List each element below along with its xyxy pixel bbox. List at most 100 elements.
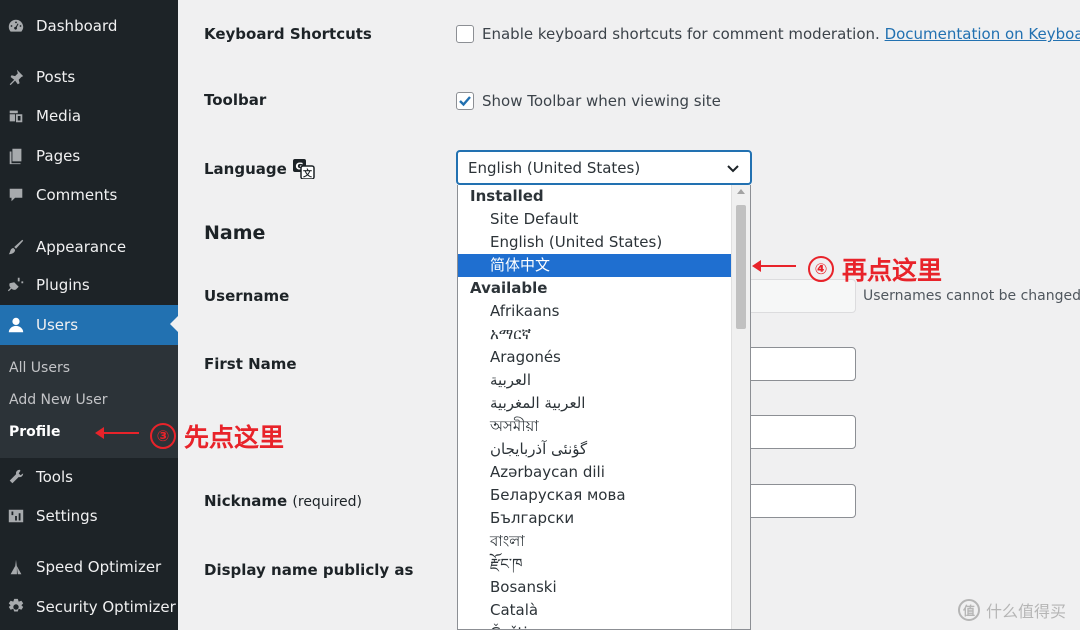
language-option[interactable]: རྫོང་ཁ bbox=[458, 553, 732, 576]
language-option[interactable]: Aragonés bbox=[458, 346, 732, 369]
user-icon bbox=[6, 315, 26, 335]
language-option[interactable]: Site Default bbox=[458, 208, 732, 231]
submenu-profile[interactable]: Profile bbox=[9, 424, 60, 440]
menu-label: Posts bbox=[36, 68, 76, 86]
media-icon bbox=[6, 106, 26, 126]
comment-icon bbox=[6, 185, 26, 205]
username-label: Username bbox=[204, 287, 290, 305]
name-section-title: Name bbox=[204, 222, 266, 244]
dashboard-icon bbox=[6, 16, 26, 36]
watermark-text: 什么值得买 bbox=[985, 602, 1066, 621]
keyboard-shortcuts-description: Enable keyboard shortcuts for comment mo… bbox=[482, 25, 880, 43]
username-note: Usernames cannot be changed. bbox=[863, 288, 1080, 304]
keyboard-shortcuts-doc-link[interactable]: Documentation on Keyboard Sh bbox=[885, 25, 1080, 43]
menu-speed-optimizer[interactable]: Speed Optimizer bbox=[0, 548, 178, 586]
menu-comments[interactable]: Comments bbox=[0, 176, 178, 214]
annotation-step3: ③ 先点这里 bbox=[150, 418, 284, 454]
menu-security-optimizer[interactable]: Security Optimizer bbox=[0, 588, 178, 626]
menu-label: Users bbox=[36, 316, 79, 334]
nickname-input[interactable] bbox=[740, 484, 856, 518]
menu-label: Appearance bbox=[36, 238, 127, 256]
menu-label: Plugins bbox=[36, 276, 90, 294]
pin-icon bbox=[6, 67, 26, 87]
language-option-highlighted[interactable]: 简体中文 bbox=[458, 254, 732, 277]
watermark: 值 什么值得买 bbox=[957, 598, 1066, 622]
annotation-step4: ④ 再点这里 bbox=[808, 251, 942, 287]
menu-label: Speed Optimizer bbox=[36, 558, 162, 576]
menu-label: Comments bbox=[36, 186, 118, 204]
language-label: Language bbox=[204, 160, 287, 178]
menu-label: Security Optimizer bbox=[36, 598, 176, 616]
nickname-label: Nickname bbox=[204, 492, 288, 510]
annotation-step4-text: 再点这里 bbox=[842, 256, 943, 285]
language-option[interactable]: گؤنئی آذربایجان bbox=[458, 438, 732, 461]
language-option[interactable]: বাংলা bbox=[458, 530, 732, 553]
language-option[interactable]: Беларуская мова bbox=[458, 484, 732, 507]
display-name-label: Display name publicly as bbox=[204, 561, 414, 579]
menu-label: Pages bbox=[36, 147, 81, 165]
option-group-installed: Installed bbox=[470, 187, 544, 205]
brush-icon bbox=[6, 237, 26, 257]
chevron-down-icon bbox=[727, 165, 739, 173]
pages-icon bbox=[6, 146, 26, 166]
nickname-required-note: (required) bbox=[292, 494, 362, 510]
language-option[interactable]: Bosanski bbox=[458, 576, 732, 599]
menu-dashboard[interactable]: Dashboard bbox=[0, 7, 178, 45]
toolbar-checkbox-text: Show Toolbar when viewing site bbox=[482, 92, 721, 110]
language-option[interactable]: Čeština bbox=[458, 622, 732, 629]
menu-tools[interactable]: Tools bbox=[0, 458, 178, 496]
menu-pages[interactable]: Pages bbox=[0, 137, 178, 175]
translate-icon: G 文 bbox=[292, 159, 315, 179]
language-option[interactable]: Català bbox=[458, 599, 732, 622]
option-group-available: Available bbox=[470, 279, 548, 297]
nickname-label-row: Nickname (required) bbox=[204, 492, 362, 510]
submenu-add-new-user[interactable]: Add New User bbox=[9, 392, 107, 408]
menu-settings[interactable]: Settings bbox=[0, 497, 178, 535]
language-option[interactable]: አማርኛ bbox=[458, 323, 732, 346]
first-name-input[interactable] bbox=[740, 347, 856, 381]
keyboard-shortcuts-label: Keyboard Shortcuts bbox=[204, 25, 372, 43]
language-label-row: Language G 文 bbox=[204, 159, 315, 179]
speed-icon bbox=[6, 557, 26, 577]
keyboard-shortcuts-checkbox[interactable] bbox=[456, 25, 474, 43]
menu-label: Tools bbox=[36, 468, 73, 486]
language-option[interactable]: Afrikaans bbox=[458, 300, 732, 323]
admin-sidebar: Dashboard Posts Media Pages Comments App… bbox=[0, 0, 178, 630]
dropdown-scrollbar[interactable] bbox=[731, 185, 750, 629]
language-option[interactable]: العربية المغربية bbox=[458, 392, 732, 415]
scroll-up-arrow-icon[interactable] bbox=[737, 189, 745, 194]
language-dropdown-list: Installed Site Default English (United Sta… bbox=[457, 185, 751, 630]
annotation-arrow-step4 bbox=[752, 260, 796, 272]
menu-media[interactable]: Media bbox=[0, 97, 178, 135]
menu-plugins[interactable]: Plugins bbox=[0, 266, 178, 304]
annotation-step3-number: ③ bbox=[150, 423, 176, 449]
menu-label: Settings bbox=[36, 507, 98, 525]
language-select[interactable]: English (United States) bbox=[456, 150, 752, 185]
language-option[interactable]: English (United States) bbox=[458, 231, 732, 254]
language-select-value: English (United States) bbox=[468, 158, 641, 177]
annotation-step4-number: ④ bbox=[808, 256, 834, 282]
plug-icon bbox=[6, 275, 26, 295]
submenu-all-users[interactable]: All Users bbox=[9, 360, 70, 376]
menu-users[interactable]: Users bbox=[0, 305, 178, 345]
language-option[interactable]: العربية bbox=[458, 369, 732, 392]
language-options: Installed Site Default English (United Sta… bbox=[458, 185, 732, 629]
first-name-label: First Name bbox=[204, 355, 297, 373]
toolbar-checkbox[interactable] bbox=[456, 92, 474, 110]
wrench-icon bbox=[6, 467, 26, 487]
annotation-step3-text: 先点这里 bbox=[184, 423, 285, 452]
menu-label: Dashboard bbox=[36, 17, 118, 35]
last-name-input[interactable] bbox=[740, 415, 856, 449]
menu-label: Media bbox=[36, 107, 82, 125]
menu-appearance[interactable]: Appearance bbox=[0, 228, 178, 266]
language-option[interactable]: Български bbox=[458, 507, 732, 530]
gear-lock-icon bbox=[6, 597, 26, 617]
menu-posts[interactable]: Posts bbox=[0, 58, 178, 96]
checkmark-icon bbox=[459, 96, 471, 107]
language-option[interactable]: অসমীয়া bbox=[458, 415, 732, 438]
language-option[interactable]: Azərbaycan dili bbox=[458, 461, 732, 484]
sliders-icon bbox=[6, 506, 26, 526]
watermark-logo: 值 bbox=[957, 599, 980, 621]
scrollbar-thumb[interactable] bbox=[736, 205, 746, 329]
keyboard-shortcuts-text: Enable keyboard shortcuts for comment mo… bbox=[482, 25, 1080, 43]
